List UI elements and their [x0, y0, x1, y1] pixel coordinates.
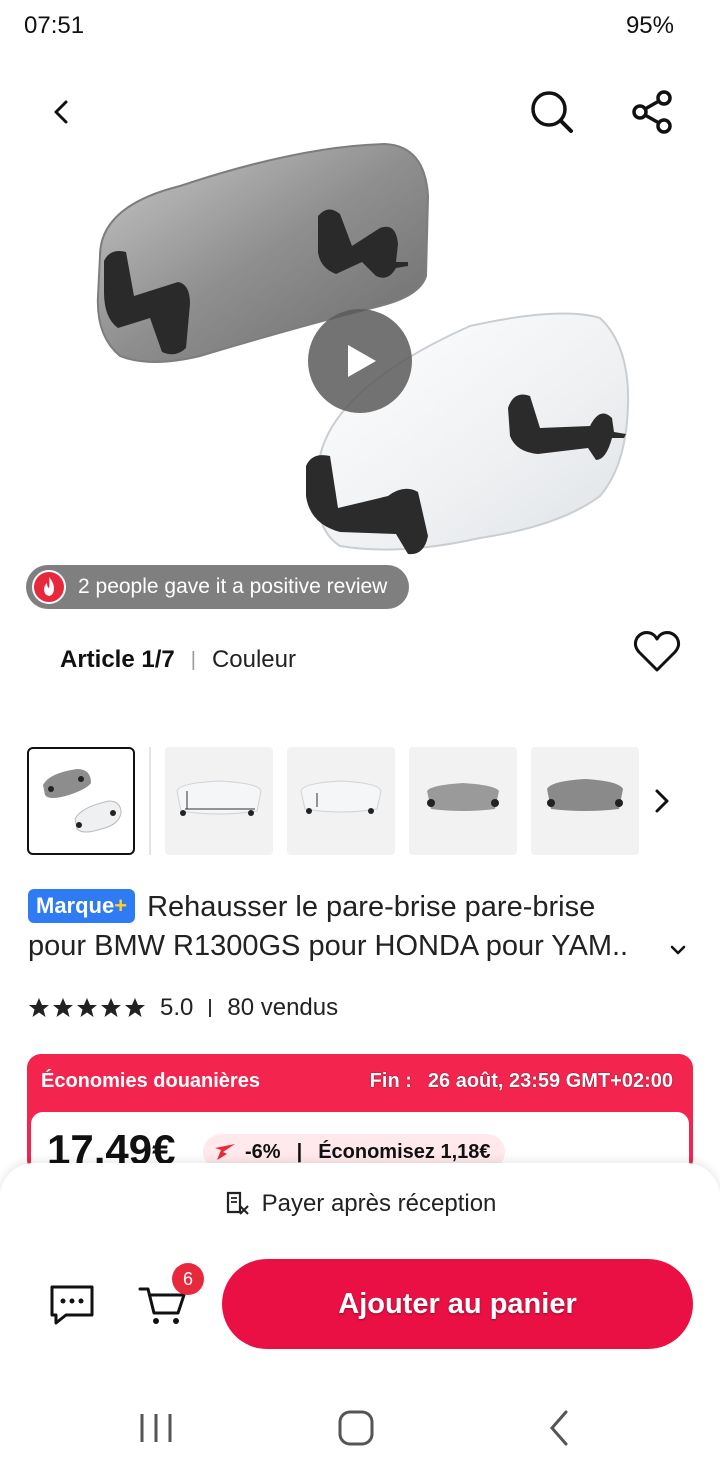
review-text: 2 people gave it a positive review — [78, 575, 388, 598]
variant-row[interactable]: Article 1/7 | Couleur — [60, 640, 296, 680]
customs-savings-banner[interactable]: Économies douanières Fin : 26 août, 23:59… — [27, 1054, 693, 1174]
brand-plus-badge: Marque+ — [28, 889, 136, 923]
arrow-down-icon — [215, 1144, 235, 1160]
back-nav-icon[interactable] — [540, 1408, 580, 1448]
thumbnail-image — [300, 780, 382, 814]
article-index: Article 1/7 — [60, 646, 175, 673]
bottom-action-bar: Payer après réception 6 Ajouter au panie… — [0, 1163, 720, 1390]
promo-end-value: 26 août, 23:59 GMT+02:00 — [427, 1070, 673, 1092]
search-button[interactable] — [524, 84, 580, 140]
star-icon — [125, 998, 145, 1017]
play-video-button[interactable] — [308, 309, 412, 413]
promo-end-time: Fin : 26 août, 23:59 GMT+02:00 — [370, 1070, 673, 1093]
badge-label: Marque — [36, 893, 115, 918]
play-icon — [348, 345, 376, 377]
title-text-line2: pour BMW R1300GS pour HONDA pour YAM.. — [28, 930, 629, 962]
fire-icon — [32, 570, 66, 604]
heart-icon — [633, 631, 681, 672]
thumbnail-5[interactable] — [531, 747, 639, 855]
sold-count: 80 vendus — [227, 994, 339, 1021]
promo-title: Économies douanières — [41, 1070, 260, 1092]
variant-divider: | — [190, 648, 196, 671]
chevron-down-icon[interactable] — [668, 940, 688, 960]
chat-icon — [50, 1285, 94, 1325]
product-title[interactable]: Marque+ Rehausser le pare-brise pare-bris… — [28, 888, 692, 966]
variant-thumbnails — [27, 747, 720, 857]
thumbnail-image — [43, 769, 122, 833]
promo-end-label: Fin : — [369, 1070, 412, 1092]
back-arrow-icon — [54, 100, 68, 124]
status-battery: 95% — [625, 12, 674, 39]
discount-percent: -6% — [245, 1140, 281, 1163]
thumbnail-4[interactable] — [409, 747, 517, 855]
pay-after-delivery[interactable]: Payer après réception — [0, 1187, 720, 1221]
discount-divider: | — [296, 1140, 303, 1163]
home-icon[interactable] — [336, 1408, 376, 1448]
chevron-right-icon — [655, 789, 669, 813]
variant-option-name: Couleur — [211, 646, 296, 673]
back-button[interactable] — [34, 84, 90, 140]
recent-apps-icon[interactable] — [136, 1408, 176, 1448]
discount-savings: Économisez 1,18€ — [318, 1140, 491, 1163]
thumbnails-next-button[interactable] — [647, 781, 677, 821]
share-icon — [632, 90, 672, 134]
system-nav-bar — [0, 1390, 720, 1480]
thumbnail-1[interactable] — [27, 747, 135, 855]
rating-divider — [209, 999, 212, 1017]
thumbnail-divider — [149, 747, 151, 855]
star-icon — [101, 998, 121, 1017]
status-bar: 07:51 95% — [0, 0, 720, 56]
thumbnail-3[interactable] — [287, 747, 395, 855]
thumbnail-image — [547, 779, 623, 811]
receipt-icon — [226, 1191, 249, 1215]
star-icon — [77, 998, 97, 1017]
product-gallery[interactable]: 2 people gave it a positive review — [0, 56, 720, 636]
cart-count-badge: 6 — [172, 1263, 204, 1295]
chat-button[interactable] — [46, 1281, 98, 1329]
star-rating — [28, 997, 146, 1019]
rating-value: 5.0 — [160, 994, 194, 1021]
share-button[interactable] — [624, 84, 680, 140]
title-text-line1: Rehausser le pare-brise pare-brise — [147, 891, 596, 923]
add-to-cart-button[interactable]: Ajouter au panier — [222, 1259, 693, 1349]
wishlist-button[interactable] — [632, 628, 682, 676]
rating-row[interactable]: 5.0 80 vendus — [28, 990, 338, 1026]
badge-plus: + — [114, 893, 128, 918]
search-icon — [531, 91, 573, 133]
status-time: 07:51 — [24, 12, 85, 39]
positive-review-pill: 2 people gave it a positive review — [26, 565, 410, 609]
thumbnail-image — [427, 783, 499, 811]
product-title-line1: Marque+ Rehausser le pare-brise pare-bris… — [28, 888, 692, 927]
thumbnail-2[interactable] — [165, 747, 273, 855]
thumbnail-image — [176, 780, 262, 816]
star-icon — [53, 998, 73, 1017]
star-icon — [29, 998, 49, 1017]
pay-after-text: Payer après réception — [261, 1190, 497, 1217]
